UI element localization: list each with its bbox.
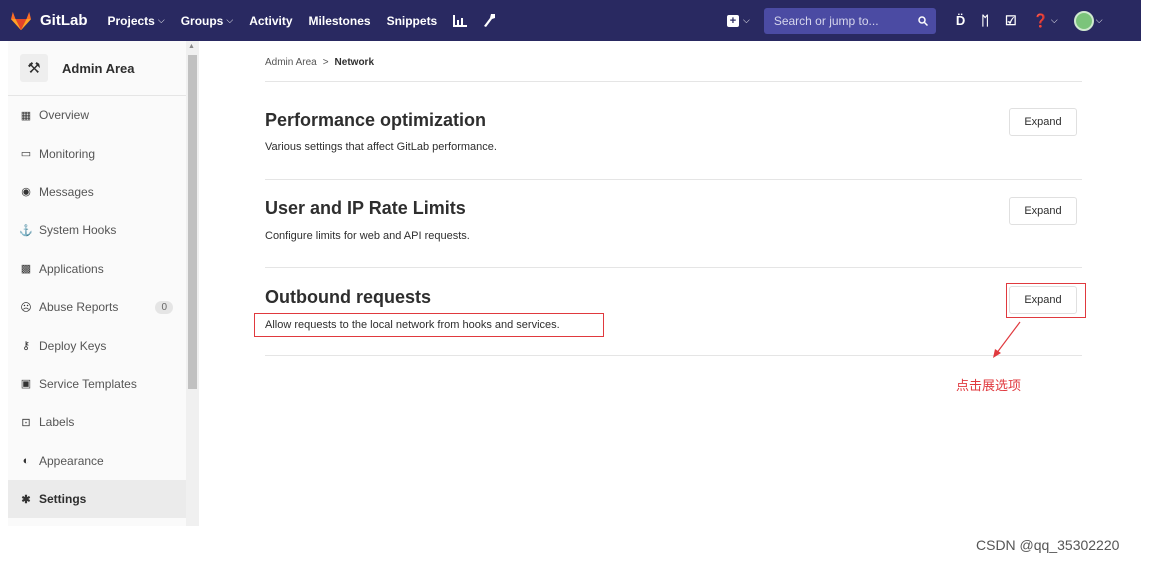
sidebar-item-monitoring[interactable]: ▭ Monitoring bbox=[8, 134, 191, 172]
sidebar-item-deploy-keys[interactable]: ⚷ Deploy Keys bbox=[8, 326, 191, 364]
palette-icon: ◐ bbox=[22, 454, 30, 467]
sidebar-item-label: Service Templates bbox=[39, 376, 137, 391]
broadcast-icon: ◉ bbox=[21, 186, 31, 199]
sidebar-item-labels[interactable]: ⊡ Labels bbox=[8, 403, 191, 441]
gitlab-logo[interactable]: GitLab bbox=[10, 11, 88, 31]
help-dropdown[interactable]: ❓ ⌵ bbox=[1033, 13, 1058, 29]
annotation-note: 点击展选项 bbox=[956, 378, 1022, 393]
breadcrumb-current: Network bbox=[334, 57, 374, 68]
sidebar-scrollbar[interactable]: ▲ bbox=[186, 41, 199, 526]
sidebar-item-label: Appearance bbox=[39, 453, 104, 468]
chevron-down-icon: ⌵ bbox=[1095, 15, 1103, 25]
nav-milestones-label: Milestones bbox=[308, 13, 371, 28]
sidebar-item-label: System Hooks bbox=[39, 223, 117, 238]
sidebar-item-label: Labels bbox=[39, 415, 75, 430]
section-description: Various settings that affect GitLab perf… bbox=[265, 141, 497, 153]
count-badge: 0 bbox=[155, 300, 173, 314]
fox-logo-icon bbox=[11, 11, 31, 30]
divider bbox=[265, 267, 1082, 268]
arrow-icon bbox=[993, 321, 1021, 358]
breadcrumb-parent[interactable]: Admin Area bbox=[265, 57, 317, 68]
label-icon: ⊡ bbox=[21, 416, 31, 429]
section-title: User and IP Rate Limits bbox=[265, 198, 466, 218]
nav-groups-label: Groups bbox=[180, 13, 224, 28]
expand-button[interactable]: Expand bbox=[1009, 197, 1077, 225]
sidebar: ⚒ Admin Area ▦ Overview ▭ Monitoring ◉ Mess… bbox=[8, 41, 199, 526]
nav-snippets-label: Snippets bbox=[386, 13, 438, 28]
chevron-down-icon: ⌵ bbox=[157, 15, 165, 25]
scroll-thumb[interactable] bbox=[188, 55, 197, 389]
hook-icon: ⚓ bbox=[19, 224, 33, 237]
sidebar-item-label: Messages bbox=[39, 184, 94, 199]
new-dropdown[interactable]: + ⌵ bbox=[727, 14, 750, 27]
navbar-right: + ⌵ D̈ ᛖ ☑ ❓⌵ ⌵ bbox=[727, 0, 1111, 41]
sidebar-item-label: Settings bbox=[39, 492, 87, 507]
merge-request-icon[interactable]: ᛖ bbox=[981, 13, 989, 28]
wrench-icon[interactable] bbox=[483, 13, 496, 28]
monitor-icon: ▭ bbox=[20, 148, 32, 161]
search-box[interactable] bbox=[763, 7, 936, 34]
issues-icon[interactable]: D̈ bbox=[956, 13, 965, 28]
help-icon: ❓ bbox=[1032, 12, 1049, 28]
divider bbox=[265, 355, 1082, 356]
sidebar-item-system-hooks[interactable]: ⚓ System Hooks bbox=[8, 211, 191, 249]
divider bbox=[265, 179, 1082, 180]
sidebar-item-label: Overview bbox=[39, 108, 90, 123]
avatar bbox=[1073, 10, 1094, 31]
sidebar-item-appearance[interactable]: ◐ Appearance bbox=[8, 442, 191, 480]
chart-icon[interactable] bbox=[453, 14, 468, 27]
breadcrumb: Admin Area > Network bbox=[265, 57, 374, 68]
key-icon: ⚷ bbox=[21, 340, 31, 353]
brand-name: GitLab bbox=[40, 12, 88, 29]
section-title: Performance optimization bbox=[265, 110, 487, 130]
expand-button[interactable]: Expand bbox=[1009, 108, 1077, 136]
sidebar-item-settings[interactable]: ✱ Settings bbox=[8, 479, 191, 519]
top-navbar: GitLab Projects ⌵ Groups ⌵ Activity Milest… bbox=[0, 0, 1141, 41]
nav-snippets[interactable]: Snippets bbox=[387, 14, 438, 28]
sidebar-item-messages[interactable]: ◉ Messages bbox=[8, 173, 191, 211]
sidebar-item-label: Abuse Reports bbox=[39, 300, 119, 315]
scroll-up-arrow-icon[interactable]: ▲ bbox=[188, 43, 195, 50]
sidebar-item-overview[interactable]: ▦ Overview bbox=[8, 96, 191, 134]
nav-milestones[interactable]: Milestones bbox=[309, 14, 371, 28]
user-dropdown[interactable]: ⌵ bbox=[1073, 10, 1103, 31]
nav-groups[interactable]: Groups ⌵ bbox=[181, 14, 234, 28]
search-input[interactable] bbox=[771, 12, 906, 29]
highlight-box bbox=[254, 313, 604, 337]
sidebar-header[interactable]: ⚒ Admin Area bbox=[8, 41, 191, 96]
nav-activity[interactable]: Activity bbox=[249, 14, 292, 28]
wrench-icon: ⚒ bbox=[20, 54, 48, 82]
sidebar-item-applications[interactable]: ▩ Applications bbox=[8, 250, 191, 288]
nav-projects[interactable]: Projects ⌵ bbox=[108, 14, 165, 28]
nav-activity-label: Activity bbox=[249, 13, 293, 28]
chevron-down-icon: ⌵ bbox=[1050, 15, 1058, 25]
grid-icon: ▦ bbox=[20, 109, 32, 122]
plus-icon: + bbox=[727, 14, 739, 27]
sidebar-item-service-templates[interactable]: ▣ Service Templates bbox=[8, 365, 191, 403]
applications-icon: ▩ bbox=[20, 263, 32, 276]
todo-icon[interactable]: ☑ bbox=[1005, 13, 1017, 29]
watermark: CSDN @qq_35302220 bbox=[976, 537, 1120, 553]
settings-icon: ✱ bbox=[21, 493, 31, 506]
sidebar-title: Admin Area bbox=[62, 60, 135, 76]
sidebar-item-abuse-reports[interactable]: ☹ Abuse Reports 0 bbox=[8, 288, 191, 326]
section-description: Configure limits for web and API request… bbox=[265, 230, 470, 242]
search-icon bbox=[918, 15, 928, 26]
sidebar-item-label: Deploy Keys bbox=[39, 338, 107, 353]
chevron-down-icon: ⌵ bbox=[226, 15, 234, 25]
divider bbox=[265, 81, 1082, 82]
section-title: Outbound requests bbox=[265, 287, 431, 307]
sidebar-item-label: Monitoring bbox=[39, 146, 96, 161]
highlight-box bbox=[1006, 283, 1086, 318]
breadcrumb-separator: > bbox=[322, 57, 329, 68]
abuse-icon: ☹ bbox=[20, 301, 32, 314]
template-icon: ▣ bbox=[20, 378, 32, 391]
sidebar-item-label: Applications bbox=[39, 261, 104, 276]
nav-projects-label: Projects bbox=[107, 13, 155, 28]
chevron-down-icon: ⌵ bbox=[743, 15, 750, 25]
